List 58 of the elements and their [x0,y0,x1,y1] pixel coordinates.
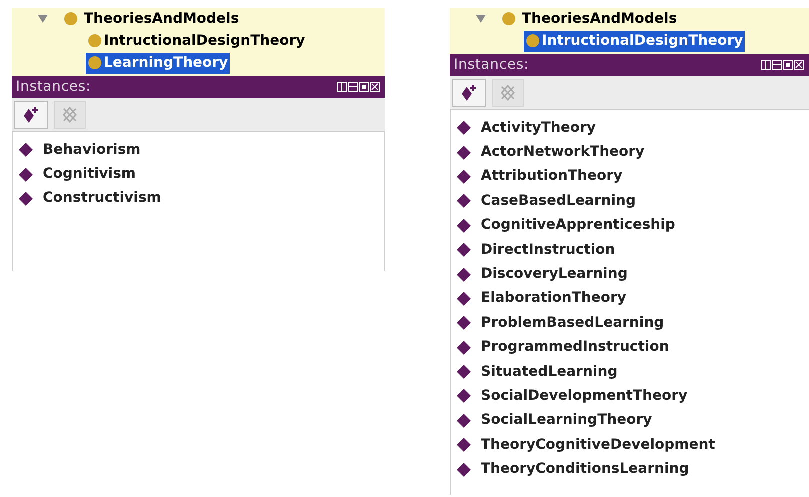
class-icon [88,56,102,70]
panel-title: Instances: [454,56,530,74]
diamond-icon [457,414,471,428]
diamond-icon [19,192,33,206]
diamond-plus-icon [22,106,40,124]
instance-item[interactable]: CognitiveApprenticeship [481,215,676,236]
diamond-icon [457,389,471,404]
diamond-icon [457,121,471,136]
diamond-icon [457,365,471,380]
instance-item[interactable]: TheoryConditionsLearning [481,459,690,480]
panel-title: Instances: [16,78,92,96]
diamond-icon [457,268,471,282]
instance-item[interactable]: ProgrammedInstruction [481,337,670,358]
instance-item[interactable]: TheoryCognitiveDevelopment [481,434,716,456]
instance-item[interactable]: ProblemBasedLearning [481,312,664,334]
class-icon [502,12,516,26]
expand-triangle-icon[interactable] [476,15,486,23]
diamond-icon [19,143,33,158]
instance-item[interactable]: Constructivism [43,188,162,210]
instance-item[interactable]: AttributionTheory [481,166,623,188]
class-icon [88,34,102,48]
instance-item[interactable]: DiscoveryLearning [481,264,628,286]
view-controls-icon[interactable] [337,82,381,92]
diamond-icon [457,194,471,208]
diamond-icon [19,168,33,182]
instance-item[interactable]: SocialLearningTheory [481,410,652,432]
instance-item[interactable]: ElaborationTheory [481,288,627,310]
add-instance-button[interactable] [14,100,48,128]
crossed-diamond-icon [499,84,517,102]
instance-item[interactable]: SocialDevelopmentTheory [481,386,688,407]
diamond-icon [457,340,471,355]
crossed-diamond-icon [61,106,79,124]
diamond-icon [457,462,471,477]
diamond-icon [457,170,471,184]
diamond-icon [457,243,471,258]
instance-item[interactable]: Behaviorism [43,140,141,161]
diamond-icon [457,218,471,233]
tree-item[interactable]: IntructionalDesignTheory [524,30,746,52]
class-icon [526,34,540,48]
instance-item[interactable]: Cognitivism [43,164,136,186]
view-controls-icon[interactable] [761,60,805,70]
instance-item[interactable]: ActivityTheory [481,118,596,139]
instance-item[interactable]: DirectInstruction [481,240,616,261]
diamond-icon [457,438,471,452]
instance-item[interactable]: CaseBasedLearning [481,190,636,212]
tree-item[interactable]: TheoriesAndModels [522,8,678,30]
tree-item[interactable]: TheoriesAndModels [84,8,240,30]
instance-item[interactable]: ActorNetworkTheory [481,142,645,164]
class-icon [64,12,78,26]
add-instance-button[interactable] [452,78,486,106]
diamond-plus-icon [460,84,478,102]
instance-item[interactable]: SituatedLearning [481,362,618,383]
tree-item[interactable]: LearningTheory [86,52,230,74]
diamond-icon [457,146,471,160]
expand-triangle-icon[interactable] [38,15,48,23]
diamond-icon [457,292,471,306]
tree-item[interactable]: IntructionalDesignTheory [86,30,308,52]
diamond-icon [457,316,471,330]
